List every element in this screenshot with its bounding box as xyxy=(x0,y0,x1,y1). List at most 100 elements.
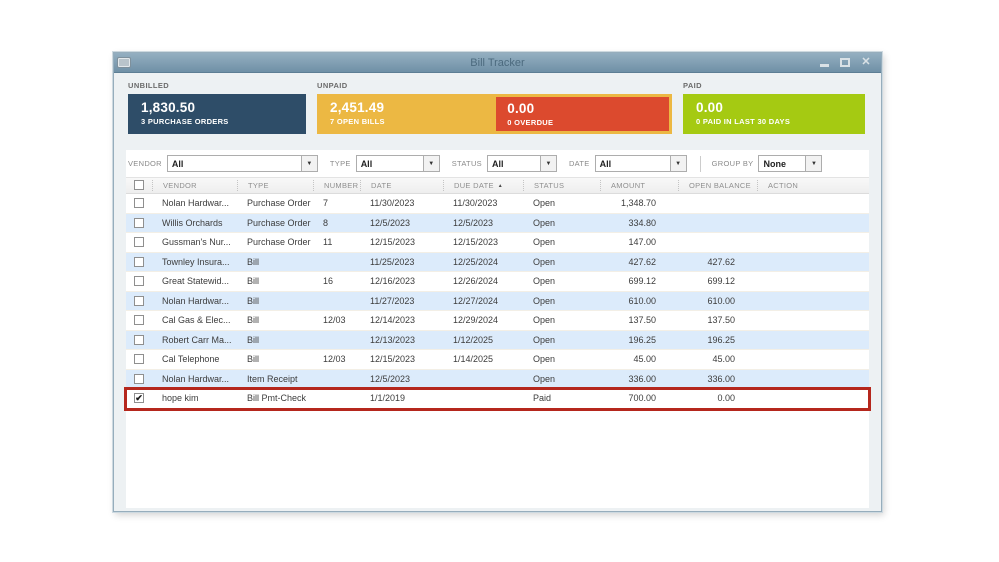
row-checkbox[interactable] xyxy=(134,334,144,345)
vendor-filter-value: All xyxy=(171,159,184,169)
paid-card[interactable]: 0.00 0 PAID IN LAST 30 DAYS xyxy=(683,94,865,134)
vendor-filter-arrow-button[interactable]: ▼ xyxy=(300,156,317,171)
status-filter-arrow-button[interactable]: ▼ xyxy=(539,156,556,171)
unbilled-amount: 1,830.50 xyxy=(141,100,196,115)
row-checkbox[interactable] xyxy=(134,276,144,287)
row-checkbox[interactable] xyxy=(134,217,144,228)
overdue-card[interactable]: 0.00 0 OVERDUE xyxy=(496,97,669,131)
row-checkbox[interactable] xyxy=(134,373,144,384)
cell-vendor: Nolan Hardwar... xyxy=(162,373,230,384)
table-row[interactable]: Gussman's Nur... Purchase Order 11 12/15/20… xyxy=(126,233,869,253)
cell-type: Bill xyxy=(247,295,260,306)
column-header-type[interactable]: TYPE xyxy=(237,180,313,191)
cell-status: Open xyxy=(533,276,556,287)
column-header-vendor[interactable]: VENDOR xyxy=(152,180,237,191)
row-checkbox[interactable] xyxy=(134,237,144,248)
cell-amount: 699.12 xyxy=(628,276,656,287)
table-row[interactable]: Great Statewid... Bill 16 12/16/2023 12/26/2… xyxy=(126,272,869,292)
row-checkbox[interactable] xyxy=(134,256,144,267)
cell-due-date: 11/30/2023 xyxy=(453,198,498,209)
cell-open-balance: 137.50 xyxy=(707,315,735,326)
table-row[interactable]: Cal Gas & Elec... Bill 12/03 12/14/2023 12/2… xyxy=(126,311,869,331)
table-row[interactable]: Townley Insura... Bill 11/25/2023 12/25/202… xyxy=(126,252,869,272)
group-by-dropdown[interactable]: None ▼ xyxy=(758,155,823,172)
minimize-button[interactable] xyxy=(818,53,830,72)
column-header-number[interactable]: NUMBER xyxy=(313,180,360,191)
paid-amount: 0.00 xyxy=(696,100,724,115)
cell-number: 12/03 xyxy=(323,315,346,326)
cell-due-date: 1/12/2025 xyxy=(453,334,494,345)
column-header-open-balance[interactable]: OPEN BALANCE xyxy=(678,180,757,191)
cell-vendor: Nolan Hardwar... xyxy=(162,295,230,306)
row-checkbox[interactable] xyxy=(134,295,144,306)
cell-vendor: Townley Insura... xyxy=(162,256,230,267)
row-checkbox[interactable] xyxy=(134,354,144,365)
cell-date: 11/27/2023 xyxy=(370,295,415,306)
table-row[interactable]: Nolan Hardwar... Purchase Order 7 11/30/202… xyxy=(126,194,869,214)
chevron-down-icon: ▼ xyxy=(545,160,552,167)
cell-date: 11/25/2023 xyxy=(370,256,415,267)
cell-status: Paid xyxy=(533,393,552,404)
filter-separator xyxy=(699,155,701,172)
cell-due-date: 12/29/2024 xyxy=(453,315,499,326)
column-header-action[interactable]: ACTION xyxy=(757,180,869,191)
type-filter-arrow-button[interactable]: ▼ xyxy=(422,156,439,171)
table-row[interactable]: Cal Telephone Bill 12/03 12/15/2023 1/14/202… xyxy=(126,350,869,370)
sort-ascending-icon: ▲ xyxy=(497,183,504,189)
cell-type: Purchase Order xyxy=(247,198,311,209)
column-header-due-date[interactable]: DUE DATE ▲ xyxy=(443,180,523,191)
cell-due-date: 1/14/2025 xyxy=(453,354,494,365)
chevron-down-icon: ▼ xyxy=(306,160,313,167)
date-filter-dropdown[interactable]: All ▼ xyxy=(594,155,687,172)
cell-status: Open xyxy=(533,373,556,384)
row-checkbox-cell xyxy=(126,354,152,365)
type-filter-value: All xyxy=(360,159,373,169)
row-checkbox-cell xyxy=(126,276,152,287)
cell-number: 16 xyxy=(323,276,334,287)
cell-open-balance: 196.25 xyxy=(707,334,735,345)
date-filter-arrow-button[interactable]: ▼ xyxy=(669,156,686,171)
vendor-filter-dropdown[interactable]: All ▼ xyxy=(166,155,318,172)
paid-group: PAID 0.00 0 PAID IN LAST 30 DAYS xyxy=(683,81,865,134)
column-header-status[interactable]: STATUS xyxy=(523,180,600,191)
table-row[interactable]: Robert Carr Ma... Bill 12/13/2023 1/12/2025… xyxy=(126,330,869,350)
cell-type: Bill xyxy=(247,334,260,345)
row-checkbox[interactable]: ✔ xyxy=(134,393,144,404)
cell-vendor: Willis Orchards xyxy=(162,217,223,228)
cell-amount: 610.00 xyxy=(628,295,656,306)
row-checkbox[interactable] xyxy=(134,198,144,209)
column-header-amount[interactable]: AMOUNT xyxy=(600,180,678,191)
table-row[interactable]: Nolan Hardwar... Bill 11/27/2023 12/27/2024… xyxy=(126,291,869,311)
group-by-arrow-button[interactable]: ▼ xyxy=(805,156,822,171)
table-row[interactable]: Nolan Hardwar... Item Receipt 12/5/2023 Ope… xyxy=(126,369,869,389)
cell-amount: 45.00 xyxy=(633,354,656,365)
cell-amount: 137.50 xyxy=(628,315,656,326)
cell-number: 8 xyxy=(323,217,329,228)
cell-open-balance: 0.00 xyxy=(717,393,735,404)
table-row[interactable]: Willis Orchards Purchase Order 8 12/5/2023 1… xyxy=(126,213,869,233)
unpaid-card[interactable]: 2,451.49 7 OPEN BILLS 0.00 0 OVERDUE xyxy=(317,94,672,134)
close-icon: ✕ xyxy=(861,56,871,68)
close-button[interactable]: ✕ xyxy=(860,53,872,72)
cell-type: Purchase Order xyxy=(247,237,311,248)
cell-date: 12/5/2023 xyxy=(370,217,411,228)
cell-number: 7 xyxy=(323,198,329,209)
unbilled-card[interactable]: 1,830.50 3 PURCHASE ORDERS xyxy=(128,94,306,134)
status-filter-dropdown[interactable]: All ▼ xyxy=(486,155,557,172)
titlebar[interactable]: Bill Tracker ✕ xyxy=(114,53,881,73)
status-filter-label: STATUS xyxy=(451,159,482,168)
cell-open-balance: 336.00 xyxy=(707,373,735,384)
column-header-date[interactable]: DATE xyxy=(360,180,443,191)
table-row[interactable]: ✔ hope kim Bill Pmt-Check 1/1/2019 Paid 700.0… xyxy=(124,387,871,411)
row-checkbox[interactable] xyxy=(134,315,144,326)
bill-list-panel: VENDOR All ▼ TYPE All ▼ STATUS All ▼ DAT… xyxy=(124,150,871,508)
type-filter-dropdown[interactable]: All ▼ xyxy=(355,155,440,172)
cell-date: 12/15/2023 xyxy=(370,237,416,248)
select-all-checkbox[interactable] xyxy=(134,180,144,190)
cell-type: Purchase Order xyxy=(247,217,311,228)
maximize-button[interactable] xyxy=(839,53,851,72)
cell-open-balance: 45.00 xyxy=(712,354,735,365)
cell-vendor: Cal Telephone xyxy=(162,354,220,365)
select-all-cell xyxy=(126,180,152,191)
unpaid-group: UNPAID 2,451.49 7 OPEN BILLS 0.00 0 OVER… xyxy=(317,81,672,134)
